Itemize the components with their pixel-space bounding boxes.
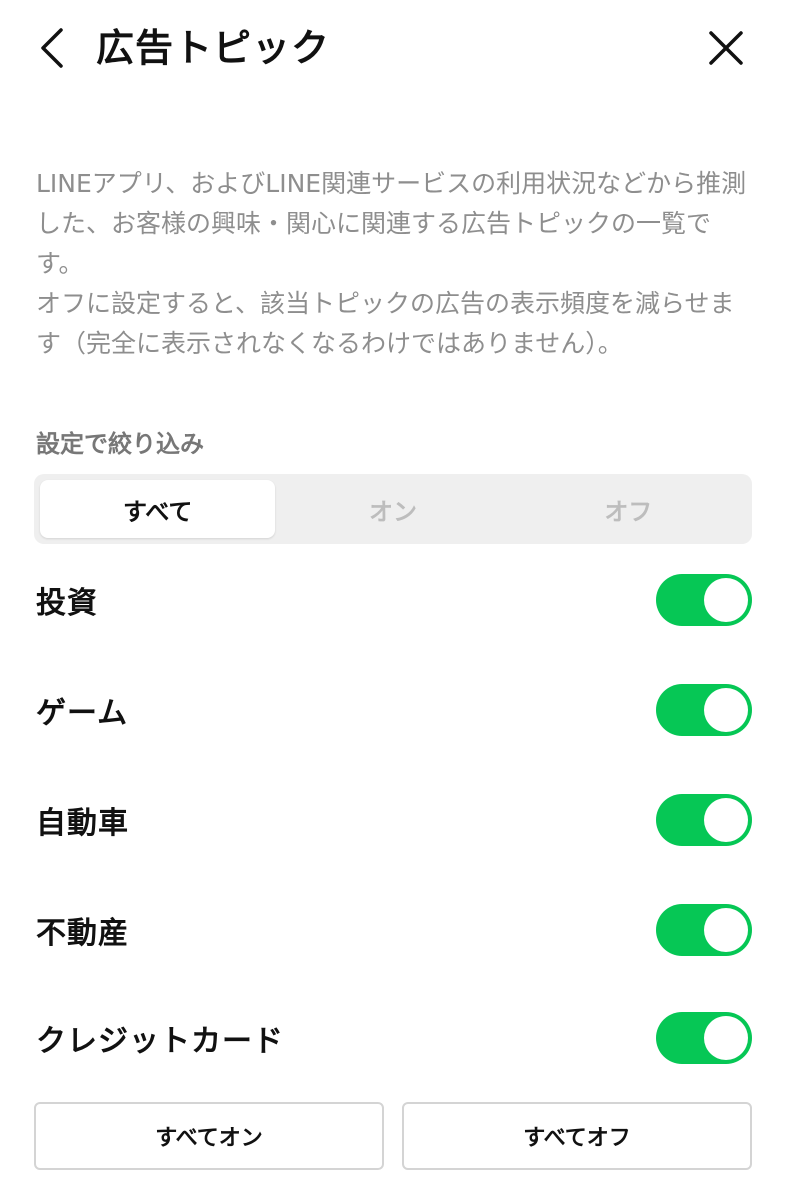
- topic-label: クレジットカード: [36, 1024, 284, 1059]
- toggle-knob: [704, 908, 748, 952]
- topic-label: 投資: [36, 586, 98, 621]
- topic-toggle-game[interactable]: [656, 684, 752, 736]
- topic-toggle-real-estate[interactable]: [656, 904, 752, 956]
- filter-option-on[interactable]: オン: [275, 480, 510, 538]
- filter-segmented-control: すべて オン オフ: [34, 474, 752, 544]
- toggle-knob: [704, 798, 748, 842]
- topic-toggle-credit-card[interactable]: [656, 1012, 752, 1064]
- toggle-knob: [704, 1016, 748, 1060]
- topic-label: 自動車: [36, 806, 129, 841]
- description: LINEアプリ、およびLINE関連サービスの利用状況などから推測した、お客様の興…: [36, 164, 754, 364]
- all-off-button[interactable]: すべてオフ: [402, 1102, 752, 1170]
- topic-label: ゲーム: [36, 696, 129, 731]
- topic-label: 不動産: [36, 916, 129, 951]
- toggle-knob: [704, 688, 748, 732]
- chevron-left-icon: [41, 28, 63, 68]
- toggle-knob: [704, 578, 748, 622]
- header: 広告トピック: [0, 0, 786, 96]
- filter-label: 設定で絞り込み: [36, 430, 204, 458]
- topic-toggle-car[interactable]: [656, 794, 752, 846]
- description-paragraph-1: LINEアプリ、およびLINE関連サービスの利用状況などから推測した、お客様の興…: [36, 169, 747, 278]
- topic-toggle-investment[interactable]: [656, 574, 752, 626]
- close-icon: [709, 31, 743, 65]
- topic-row-credit-card: クレジットカード: [36, 1008, 752, 1068]
- filter-option-all[interactable]: すべて: [40, 480, 276, 538]
- all-on-button[interactable]: すべてオン: [34, 1102, 384, 1170]
- topic-row-car: 自動車: [36, 790, 752, 850]
- back-button[interactable]: [28, 22, 76, 74]
- description-paragraph-2: オフに設定すると、該当トピックの広告の表示頻度を減らせます（完全に表示されなくな…: [36, 289, 735, 358]
- filter-option-off[interactable]: オフ: [511, 480, 746, 538]
- page-title: 広告トピック: [96, 26, 331, 70]
- topic-row-game: ゲーム: [36, 680, 752, 740]
- topic-row-investment: 投資: [36, 570, 752, 630]
- topic-row-real-estate: 不動産: [36, 900, 752, 960]
- close-button[interactable]: [700, 22, 752, 74]
